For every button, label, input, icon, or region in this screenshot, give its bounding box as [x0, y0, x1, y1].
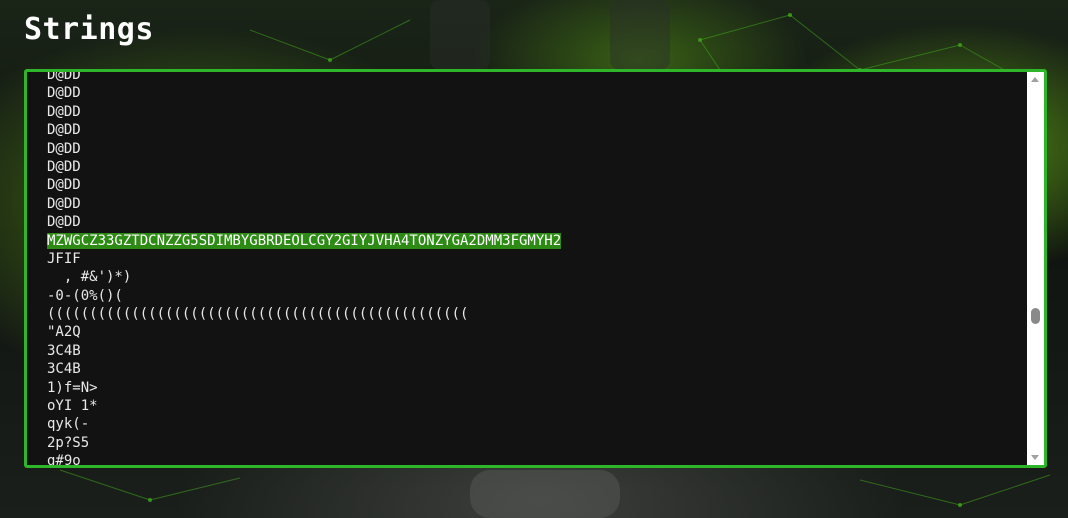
string-line: D@DD [47, 84, 1022, 102]
string-text: 3C4B [47, 361, 81, 378]
string-line: qyk(- [47, 415, 1022, 433]
string-line: , #&')*) [47, 268, 1022, 286]
string-text: ((((((((((((((((((((((((((((((((((((((((… [47, 306, 469, 323]
string-text: "A2Q [47, 324, 81, 341]
string-line: D@DD [47, 103, 1022, 121]
string-text: , #&')*) [47, 269, 132, 286]
string-text: MZWGCZ33GZTDCNZZG5SDIMBYGBRDEOLCGY2GIYJV… [47, 232, 562, 249]
strings-list[interactable]: D@DD D@DD D@DD D@DD D@DD D@DD D@DD D@DD D@DD MZWG… [47, 69, 1022, 468]
string-text: g#9o [47, 453, 81, 468]
string-text: qyk(- [47, 416, 90, 433]
page-title: Strings [24, 12, 154, 47]
string-text: 1)f=N> [47, 379, 98, 396]
string-line: 2p?S5 [47, 434, 1022, 452]
string-line: 1)f=N> [47, 379, 1022, 397]
string-text: 2p?S5 [47, 434, 90, 451]
string-text: D@DD [47, 214, 81, 231]
string-line: D@DD [47, 176, 1022, 194]
string-line: "A2Q [47, 323, 1022, 341]
string-text: 3C4B [47, 342, 81, 359]
string-line: 3C4B [47, 360, 1022, 378]
scroll-up-arrow-icon[interactable] [1031, 77, 1039, 82]
string-line: -0-(0%()( [47, 287, 1022, 305]
string-text: D@DD [47, 140, 81, 157]
string-text: D@DD [47, 69, 81, 83]
string-line: D@DD [47, 195, 1022, 213]
string-text: -0-(0%()( [47, 287, 123, 304]
scroll-down-arrow-icon[interactable] [1031, 455, 1039, 460]
string-text: D@DD [47, 85, 81, 102]
string-line: ((((((((((((((((((((((((((((((((((((((((… [47, 305, 1022, 323]
vertical-scrollbar[interactable] [1027, 72, 1044, 465]
string-line: D@DD [47, 121, 1022, 139]
string-line: oYI 1* [47, 397, 1022, 415]
scrollbar-thumb[interactable] [1031, 308, 1040, 324]
string-text: D@DD [47, 122, 81, 139]
string-line: D@DD [47, 158, 1022, 176]
string-text: oYI 1* [47, 398, 98, 415]
string-text: D@DD [47, 103, 81, 120]
string-line: D@DD [47, 69, 1022, 84]
string-line: 3C4B [47, 342, 1022, 360]
string-text: D@DD [47, 195, 81, 212]
string-line: D@DD [47, 140, 1022, 158]
string-text: JFIF [47, 250, 81, 267]
string-text: D@DD [47, 177, 81, 194]
string-line: JFIF [47, 250, 1022, 268]
string-line: D@DD [47, 213, 1022, 231]
highlighted-string-line: MZWGCZ33GZTDCNZZG5SDIMBYGBRDEOLCGY2GIYJV… [47, 232, 1022, 250]
string-text: D@DD [47, 158, 81, 175]
strings-panel[interactable]: D@DD D@DD D@DD D@DD D@DD D@DD D@DD D@DD D@DD MZWG… [24, 69, 1047, 468]
string-line: g#9o [47, 452, 1022, 468]
